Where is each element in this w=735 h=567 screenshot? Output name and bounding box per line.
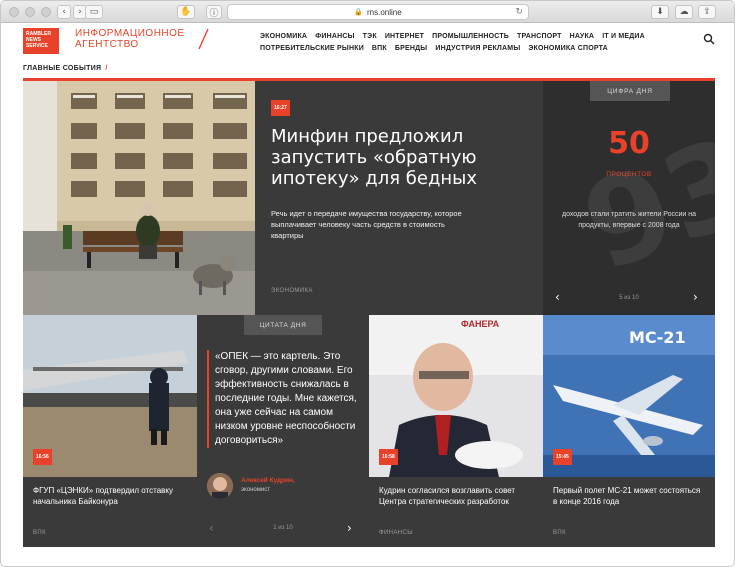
banner-text: ФАНЕРА [461,319,500,329]
agency-line-1: ИНФОРМАЦИОННОЕ [75,28,185,39]
time-badge: 16:56 [33,449,52,465]
browser-window: ‹ › ▭ ✋ ⓘ 🔒 rns.online ↻ ⬇ ☁ ⇪ RAMBLER N… [0,0,735,567]
agency-line-2: АГЕНТСТВО [75,39,139,50]
info-icon[interactable]: ⓘ [206,5,222,19]
news-card-mc21[interactable]: МС-21 15:45 Первый полет МС-21 может сос… [543,315,715,547]
card-title[interactable]: Кудрин согласился возглавить совет Центр… [379,485,529,507]
figure-pager: 5 из 10 [619,295,639,301]
page-bottom-edge [23,547,715,566]
figure-value: 50 [608,126,650,161]
nav-item-finance[interactable]: ФИНАНСЫ [315,33,354,40]
next-arrow-icon[interactable]: › [347,521,352,535]
hero-lead: Речь идет о передаче имущества государст… [271,209,462,240]
nav-item-advertising[interactable]: ИНДУСТРИЯ РЕКЛАМЫ [435,45,520,52]
figure-of-day-tile: 930 ЦИФРА ДНЯ 50 ПРОЦЕНТОВ доходов стали… [543,81,715,315]
card-category[interactable]: ВПК [33,530,46,536]
card-title[interactable]: Первый полет МС-21 может состояться в ко… [553,485,703,507]
nav-item-industry[interactable]: ПРОМЫШЛЕННОСТЬ [432,33,509,40]
share-icon[interactable]: ⇪ [698,5,716,19]
cloud-icon[interactable]: ☁ [675,5,693,19]
nav-item-consumer[interactable]: ПОТРЕБИТЕЛЬСКИЕ РЫНКИ [260,45,364,52]
url-text: rns.online [367,7,402,17]
logo-line-3: SERVICE [26,43,48,49]
main-news-photo[interactable] [23,81,255,315]
browser-toolbar: ‹ › ▭ ✋ ⓘ 🔒 rns.online ↻ ⬇ ☁ ⇪ [1,1,734,23]
reload-icon[interactable]: ↻ [515,7,523,17]
nav-item-energy[interactable]: ТЭК [363,33,377,40]
quote-author-role: экономист [241,487,270,493]
minimize-window-button[interactable] [25,7,35,17]
back-button[interactable]: ‹ [57,5,71,19]
nav-item-transport[interactable]: ТРАНСПОРТ [517,33,562,40]
brand-slash-icon [198,28,209,50]
next-arrow-icon[interactable]: › [693,290,698,304]
extension-icon[interactable]: ✋ [177,5,195,19]
quote-of-day-label: ЦИТАТА ДНЯ [244,315,322,335]
time-badge: 15:45 [553,449,572,465]
quote-pager: 1 из 10 [273,525,293,531]
sidebar-icon[interactable]: ▭ [85,5,103,19]
decorative-background-digits: 930 [566,82,715,299]
nav-item-it-media[interactable]: IT И МЕДИА [602,33,645,40]
figure-unit: ПРОЦЕНТОВ [606,171,652,178]
card-title[interactable]: ФГУП «ЦЭНКИ» подтвердил отставку начальн… [33,485,183,507]
figure-of-day-label: ЦИФРА ДНЯ [590,81,670,101]
hero-title[interactable]: Минфин предложил запустить «обратную ипо… [271,126,501,189]
nav-item-internet[interactable]: ИНТЕРНЕТ [385,33,424,40]
quote-author[interactable]: Алексей Кудрин, [241,477,295,484]
nav-item-brands[interactable]: БРЕНДЫ [395,45,427,52]
nav-item-science[interactable]: НАУКА [570,33,595,40]
plane-label: МС-21 [629,328,686,347]
zoom-window-button[interactable] [41,7,51,17]
time-badge: 16:27 [271,100,290,116]
news-card-baikonur[interactable]: 16:56 ФГУП «ЦЭНКИ» подтвердил отставку н… [23,315,197,547]
agency-name: ИНФОРМАЦИОННОЕ АГЕНТСТВО [75,28,195,50]
hero-category[interactable]: ЭКОНОМИКА [271,288,313,294]
apartment-photo [23,81,255,315]
search-icon[interactable] [703,33,715,45]
nav-item-sport-economy[interactable]: ЭКОНОМИКА СПОРТА [528,45,608,52]
address-bar[interactable]: 🔒 rns.online ↻ [227,4,529,20]
quote-of-day-tile: ЦИТАТА ДНЯ «ОПЕК — это картель. Это сгов… [197,315,369,547]
avatar-face [207,473,233,499]
nav-item-economy[interactable]: ЭКОНОМИКА [260,33,307,40]
rns-logo[interactable]: RAMBLER NEWS SERVICE [23,28,59,54]
window-controls [9,7,51,17]
card-category[interactable]: ВПК [553,530,566,536]
main-nav: ЭКОНОМИКА ФИНАНСЫ ТЭК ИНТЕРНЕТ ПРОМЫШЛЕН… [260,30,700,54]
section-title: ГЛАВНЫЕ СОБЫТИЯ / [23,65,108,72]
author-avatar [207,473,233,499]
section-title-text: ГЛАВНЫЕ СОБЫТИЯ [23,65,102,72]
download-icon[interactable]: ⬇ [651,5,669,19]
close-window-button[interactable] [9,7,19,17]
nav-row-1: ЭКОНОМИКА ФИНАНСЫ ТЭК ИНТЕРНЕТ ПРОМЫШЛЕН… [260,30,700,42]
card-category[interactable]: ФИНАНСЫ [379,530,413,536]
nav-row-2: ПОТРЕБИТЕЛЬСКИЕ РЫНКИ ВПК БРЕНДЫ ИНДУСТР… [260,42,700,54]
lock-icon: 🔒 [354,9,364,16]
nav-item-defense[interactable]: ВПК [372,45,387,52]
news-card-kudrin[interactable]: ФАНЕРА 16:58 Кудрин согласился возглавит… [369,315,543,547]
figure-description: доходов стали тратить жители России на п… [561,211,696,229]
time-badge: 16:58 [379,449,398,465]
quote-text: «ОПЕК — это картель. Это сговор, другими… [207,350,362,448]
section-slash: / [105,65,108,72]
hero-article[interactable]: 16:27 Минфин предложил запустить «обратн… [255,81,543,315]
